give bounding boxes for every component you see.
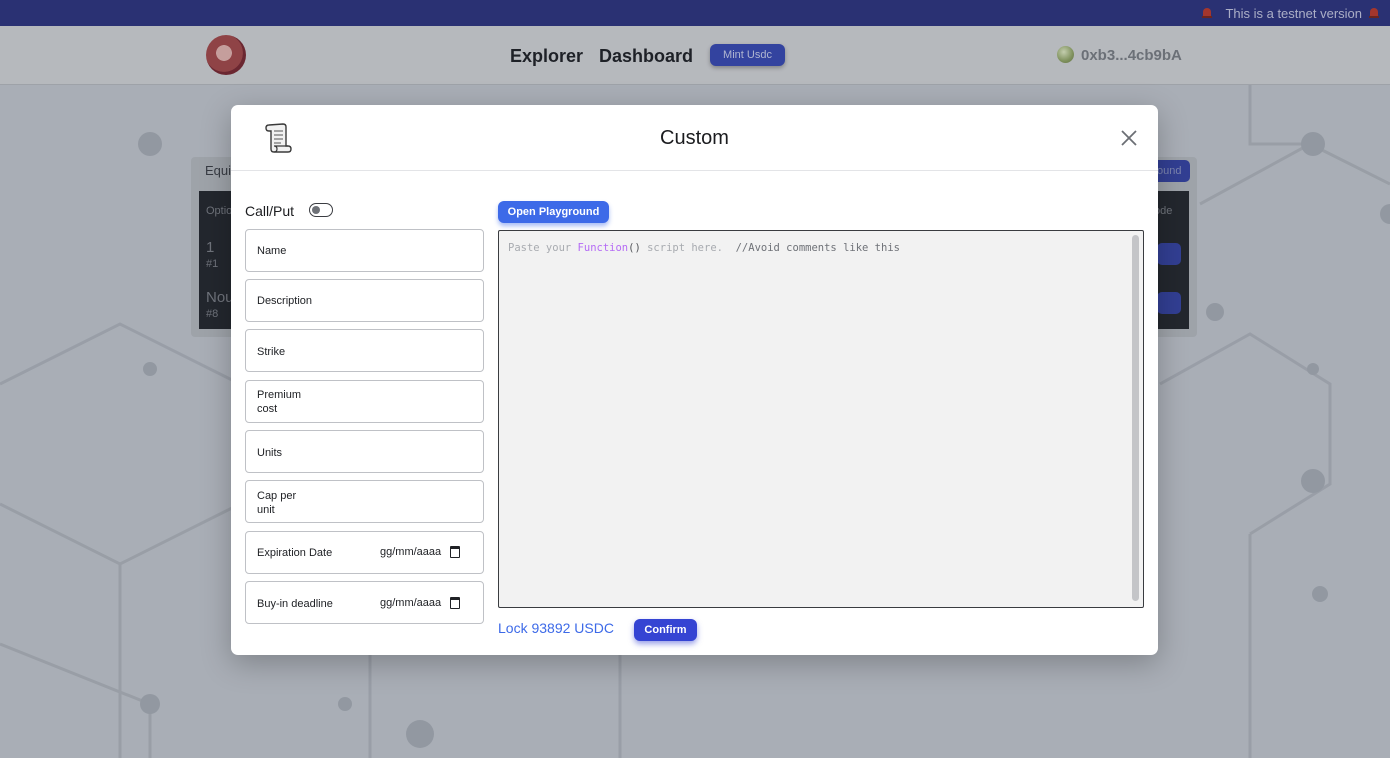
editor-placeholder-comment: //Avoid comments like this bbox=[722, 242, 900, 254]
close-icon[interactable] bbox=[1119, 128, 1139, 148]
editor-placeholder: Paste your Function() script here. //Avo… bbox=[508, 242, 900, 254]
description-field[interactable]: Description bbox=[245, 279, 484, 322]
buy-in-deadline-value[interactable]: gg/mm/aaaa bbox=[380, 597, 441, 609]
cap-per-unit-label-line2: unit bbox=[257, 504, 275, 516]
description-field-label: Description bbox=[257, 295, 313, 307]
modal-title: Custom bbox=[660, 127, 729, 149]
editor-scrollbar[interactable] bbox=[1132, 235, 1139, 601]
calendar-icon[interactable] bbox=[450, 597, 460, 609]
editor-placeholder-keyword: Function bbox=[577, 242, 629, 254]
cap-per-unit-label-line1: Cap per bbox=[257, 490, 297, 502]
call-put-label: Call/Put bbox=[245, 203, 295, 219]
expiration-date-value[interactable]: gg/mm/aaaa bbox=[380, 546, 441, 558]
editor-placeholder-paren: () bbox=[628, 242, 641, 254]
lock-amount-text: Lock 93892 USDC bbox=[498, 620, 614, 636]
name-field-label: Name bbox=[257, 245, 287, 257]
calendar-icon[interactable] bbox=[450, 546, 460, 558]
custom-option-modal: Custom Call/Put Name Description Strike … bbox=[231, 105, 1158, 655]
modal-header: Custom bbox=[231, 105, 1158, 171]
expiration-date-field[interactable]: Expiration Date gg/mm/aaaa bbox=[245, 531, 484, 574]
call-put-toggle[interactable] bbox=[309, 203, 333, 217]
units-field-label: Units bbox=[257, 447, 283, 459]
strike-field[interactable]: Strike bbox=[245, 329, 484, 372]
editor-placeholder-text: Paste your bbox=[508, 242, 578, 254]
expiration-date-label: Expiration Date bbox=[257, 547, 333, 559]
editor-placeholder-text: script here. bbox=[640, 242, 723, 254]
buy-in-deadline-label: Buy-in deadline bbox=[257, 598, 333, 610]
cap-per-unit-field[interactable]: Cap per unit bbox=[245, 480, 484, 523]
premium-cost-field[interactable]: Premium cost bbox=[245, 380, 484, 423]
strike-field-label: Strike bbox=[257, 346, 286, 358]
premium-cost-label-line1: Premium bbox=[257, 389, 302, 401]
confirm-button[interactable]: Confirm bbox=[634, 619, 697, 641]
name-field[interactable]: Name bbox=[245, 229, 484, 272]
premium-cost-label-line2: cost bbox=[257, 403, 278, 415]
units-field[interactable]: Units bbox=[245, 430, 484, 473]
buy-in-deadline-field[interactable]: Buy-in deadline gg/mm/aaaa bbox=[245, 581, 484, 624]
open-playground-button[interactable]: Open Playground bbox=[498, 201, 609, 223]
function-script-editor[interactable]: Paste your Function() script here. //Avo… bbox=[498, 230, 1144, 608]
